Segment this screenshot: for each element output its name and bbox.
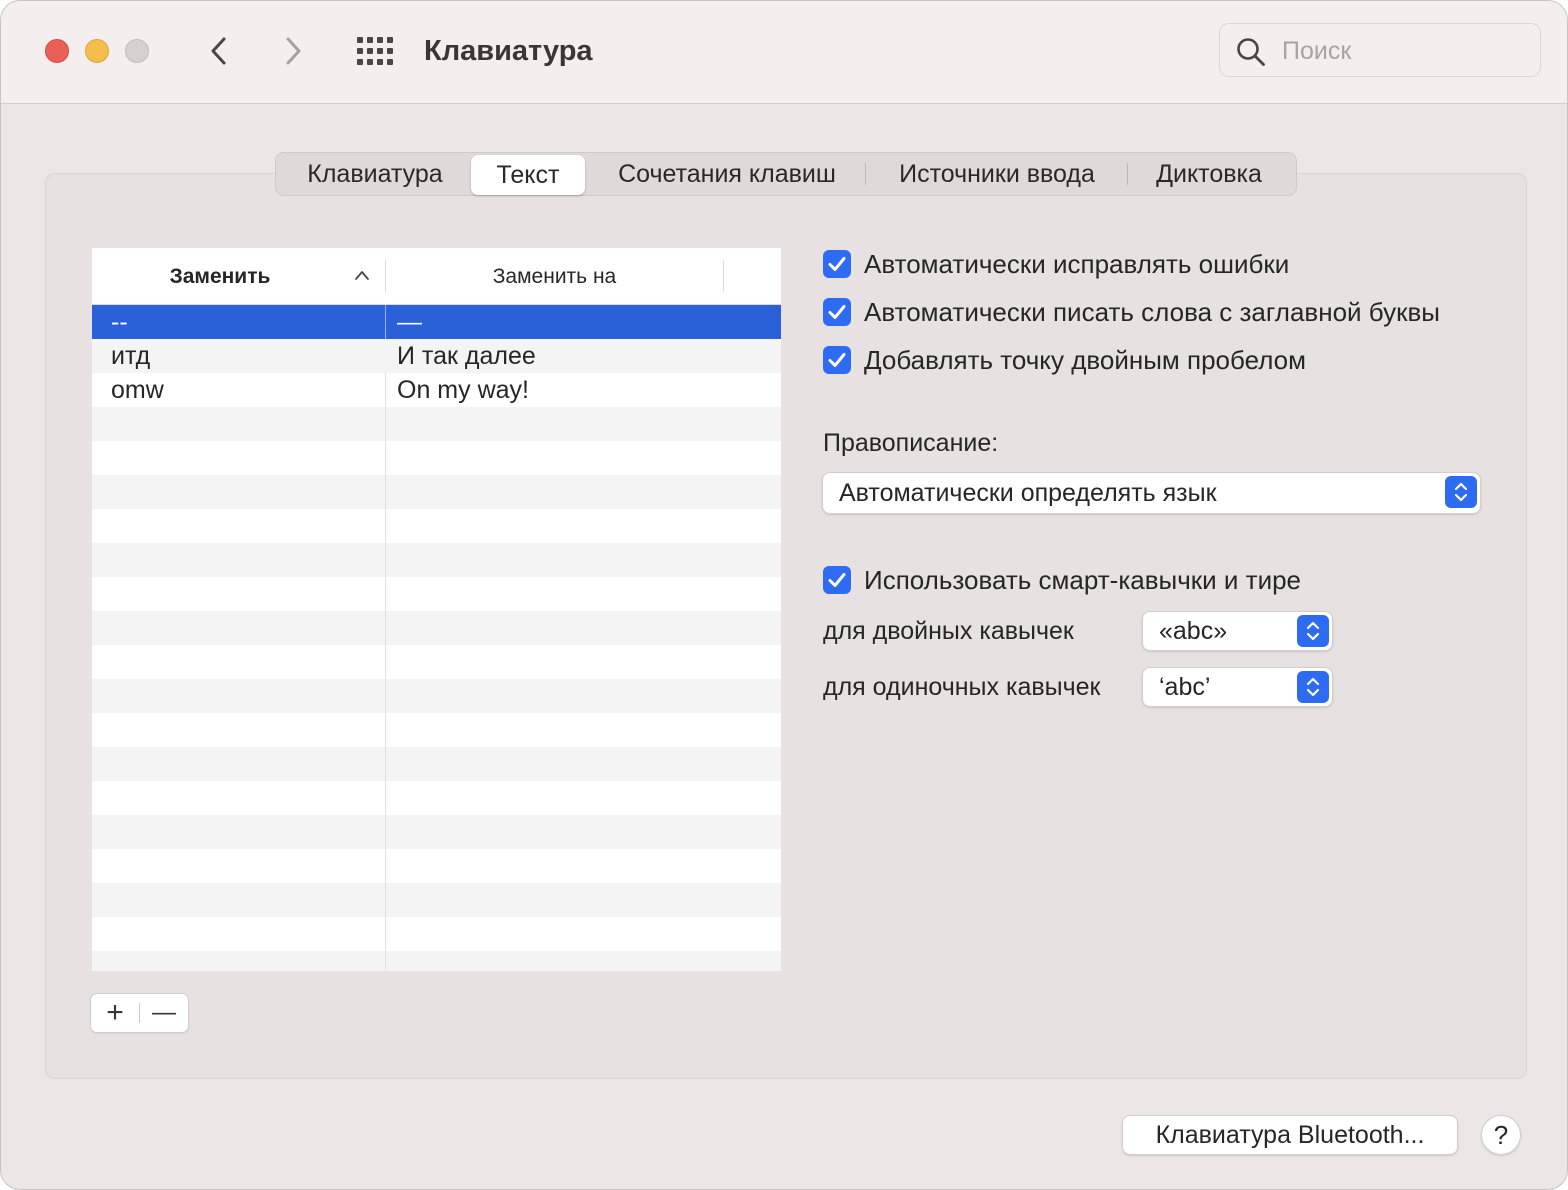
help-button[interactable]: ? [1481, 1115, 1521, 1155]
column-header-replace[interactable]: Заменить [92, 248, 348, 304]
empty-row [92, 747, 781, 781]
empty-row [92, 475, 781, 509]
show-all-grid-icon[interactable] [357, 37, 393, 65]
add-button[interactable]: + [91, 994, 139, 1032]
double-space-period-label: Добавлять точку двойным пробелом [864, 345, 1307, 375]
empty-row [92, 679, 781, 713]
empty-row [92, 781, 781, 815]
sort-ascending-icon [355, 271, 369, 280]
tab-shortcuts[interactable]: Сочетания клавиш [594, 153, 860, 195]
chevron-right-icon [286, 37, 301, 65]
popup-stepper [1445, 476, 1477, 508]
add-label: + [106, 996, 124, 1029]
tab-divider [1127, 163, 1128, 185]
empty-row [92, 441, 781, 475]
double-quotes-label: для двойных кавычек [823, 617, 1074, 645]
empty-row [92, 645, 781, 679]
tab-divider [865, 163, 866, 185]
tab-input-sources[interactable]: Источники ввода [872, 153, 1122, 195]
spelling-label: Правописание: [823, 429, 999, 457]
spelling-popup[interactable]: Автоматически определять язык [822, 472, 1481, 514]
close-button[interactable] [45, 39, 69, 63]
search-field[interactable] [1219, 23, 1541, 77]
back-button[interactable] [199, 31, 239, 71]
cell-with: On my way! [397, 376, 529, 404]
add-remove-control: + — [90, 993, 189, 1033]
checkmark-icon [828, 305, 846, 319]
popup-stepper [1297, 671, 1329, 703]
cell-with: И так далее [397, 342, 536, 370]
cell-replace: -- [111, 308, 128, 336]
remove-label: — [152, 999, 176, 1026]
popup-stepper [1297, 615, 1329, 647]
selected-row-divider [385, 305, 386, 339]
up-down-chevron-icon [1454, 482, 1468, 502]
bluetooth-keyboard-button[interactable]: Клавиатура Bluetooth... [1122, 1115, 1458, 1155]
empty-row [92, 509, 781, 543]
table-header: Заменить Заменить на [92, 248, 781, 305]
empty-row [92, 611, 781, 645]
double-space-period-checkbox[interactable] [823, 346, 851, 374]
checkmark-icon [828, 353, 846, 367]
double-quotes-popup[interactable]: «abc» [1142, 611, 1333, 651]
zoom-button[interactable] [125, 39, 149, 63]
column-header-with[interactable]: Заменить на [386, 248, 723, 304]
empty-row [92, 917, 781, 951]
empty-row [92, 815, 781, 849]
capitalize-label: Автоматически писать слова с заглавной б… [864, 297, 1440, 327]
tab-dictation[interactable]: Диктовка [1134, 153, 1284, 195]
up-down-chevron-icon [1306, 677, 1320, 697]
single-quotes-value: ‘abc’ [1159, 673, 1211, 701]
window-title: Клавиатура [424, 35, 593, 67]
smart-quotes-checkbox[interactable] [823, 566, 851, 594]
table-row[interactable]: -- — [92, 305, 781, 339]
empty-row [92, 543, 781, 577]
up-down-chevron-icon [1306, 621, 1320, 641]
preferences-window: Клавиатура Клавиатура Текст Сочетания кл… [0, 0, 1568, 1190]
smart-quotes-label: Использовать смарт-кавычки и тире [864, 565, 1302, 595]
remove-button[interactable]: — [140, 994, 188, 1032]
empty-row [92, 577, 781, 611]
empty-row [92, 849, 781, 883]
checkmark-icon [828, 257, 846, 271]
empty-row [92, 407, 781, 441]
single-quotes-label: для одиночных кавычек [823, 673, 1101, 701]
table-row[interactable]: omw On my way! [92, 373, 781, 407]
header-divider [723, 260, 724, 292]
search-icon [1237, 38, 1265, 66]
autocorrect-label: Автоматически исправлять ошибки [864, 249, 1290, 279]
checkmark-icon [828, 573, 846, 587]
cell-with: — [397, 308, 422, 336]
spelling-value: Автоматически определять язык [839, 479, 1217, 507]
cell-replace: omw [111, 376, 164, 404]
tab-bar: Клавиатура Текст Сочетания клавиш Источн… [275, 152, 1297, 196]
empty-row [92, 883, 781, 917]
title-bar: Клавиатура [1, 1, 1567, 104]
cell-replace: итд [111, 342, 151, 370]
single-quotes-popup[interactable]: ‘abc’ [1142, 667, 1333, 707]
tab-keyboard[interactable]: Клавиатура [284, 153, 466, 195]
chevron-left-icon [211, 37, 226, 65]
empty-row [92, 713, 781, 747]
text-replacement-table[interactable]: Заменить Заменить на -- — итд И так дале… [92, 248, 781, 971]
tab-text[interactable]: Текст [471, 155, 585, 195]
autocorrect-checkbox[interactable] [823, 250, 851, 278]
empty-row [92, 951, 781, 971]
capitalize-checkbox[interactable] [823, 298, 851, 326]
search-input[interactable] [1280, 32, 1534, 70]
table-row[interactable]: итд И так далее [92, 339, 781, 373]
double-quotes-value: «abc» [1159, 617, 1228, 645]
forward-button[interactable] [273, 31, 313, 71]
minimize-button[interactable] [85, 39, 109, 63]
